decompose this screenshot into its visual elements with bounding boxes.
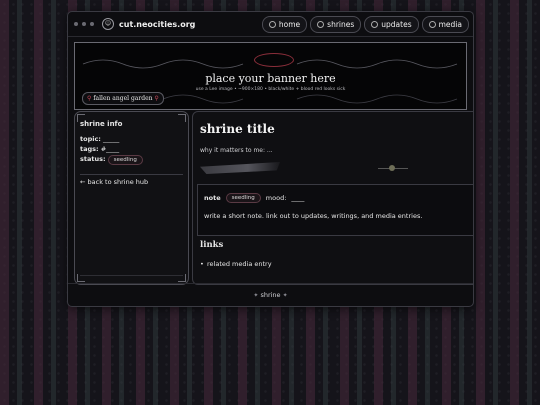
smiley-icon <box>317 20 325 28</box>
window-controls[interactable] <box>74 22 94 26</box>
corner-ornament-icon <box>178 114 186 122</box>
note-header: note seedling mood: ____ <box>204 193 304 203</box>
top-nav: home shrines updates media <box>261 15 469 33</box>
note-card: note seedling mood: ____ write a short n… <box>197 184 473 236</box>
tags-label: tags: <box>80 145 99 153</box>
title-bar: ☺ cut.neocities.org home shrines updates… <box>68 12 473 37</box>
mood-value: ____ <box>291 194 305 202</box>
banner: place your banner here use a Lee image •… <box>74 42 467 110</box>
footer: ✦ shrine ✦ <box>68 283 473 306</box>
banner-tag-label: fallen angel garden <box>93 95 153 102</box>
footer-text: shrine <box>260 291 281 299</box>
tags-row: tags: #____ <box>80 145 119 153</box>
nav-shrines[interactable]: shrines <box>310 15 362 33</box>
shrine-info-sidebar: shrine info topic: _____ tags: #____ sta… <box>74 111 189 285</box>
sidebar-heading: shrine info <box>80 120 123 128</box>
site-name[interactable]: cut.neocities.org <box>119 20 195 29</box>
nav-home[interactable]: home <box>261 15 308 33</box>
note-label: note <box>204 194 221 202</box>
nav-label: shrines <box>327 19 355 29</box>
smiley-icon <box>428 20 436 28</box>
nav-label: updates <box>381 19 412 29</box>
note-status-badge: seedling <box>225 193 261 203</box>
smiley-icon <box>268 20 276 28</box>
divider-dot-icon <box>389 165 395 171</box>
sidebar-bottom-divider <box>80 275 183 276</box>
page-title: shrine title <box>200 122 275 136</box>
main-content: shrine title why it matters to me: ... n… <box>192 111 473 285</box>
window-dot[interactable] <box>74 22 78 26</box>
window-dot[interactable] <box>90 22 94 26</box>
banner-title: place your banner here <box>205 72 336 85</box>
note-text: write a short note. link out to updates,… <box>204 212 423 220</box>
browser-window: ☺ cut.neocities.org home shrines updates… <box>67 11 474 307</box>
topic-row: topic: _____ <box>80 135 119 143</box>
topic-label: topic: <box>80 135 101 143</box>
status-badge: seedling <box>107 155 143 165</box>
nav-label: home <box>278 19 301 29</box>
rose-icon: ⚲ <box>154 95 159 102</box>
smiley-icon <box>371 20 379 28</box>
page-subtitle: why it matters to me: ... <box>200 147 273 154</box>
site-logo-icon: ☺ <box>102 18 114 30</box>
sparkle-icon: ✦ <box>282 292 288 299</box>
back-to-hub-link[interactable]: ← back to shrine hub <box>80 178 148 186</box>
sidebar-divider <box>80 174 183 175</box>
nav-label: media <box>438 19 462 29</box>
rose-icon: ⚲ <box>87 95 92 102</box>
nav-updates[interactable]: updates <box>364 15 419 33</box>
brush-stroke-decoration <box>200 162 280 174</box>
status-label: status: <box>80 155 106 163</box>
tags-value: #____ <box>100 145 120 153</box>
links-heading: links <box>200 240 224 250</box>
mood-label: mood: <box>265 194 287 202</box>
banner-halo-icon <box>254 53 294 67</box>
list-item[interactable]: related media entry <box>200 260 272 268</box>
window-dot[interactable] <box>82 22 86 26</box>
nav-media[interactable]: media <box>421 15 469 33</box>
topic-value: _____ <box>102 135 120 143</box>
banner-tag[interactable]: ⚲ fallen angel garden ⚲ <box>82 92 164 105</box>
status-row: status: seedling <box>80 155 143 165</box>
sparkle-icon: ✦ <box>253 292 259 299</box>
